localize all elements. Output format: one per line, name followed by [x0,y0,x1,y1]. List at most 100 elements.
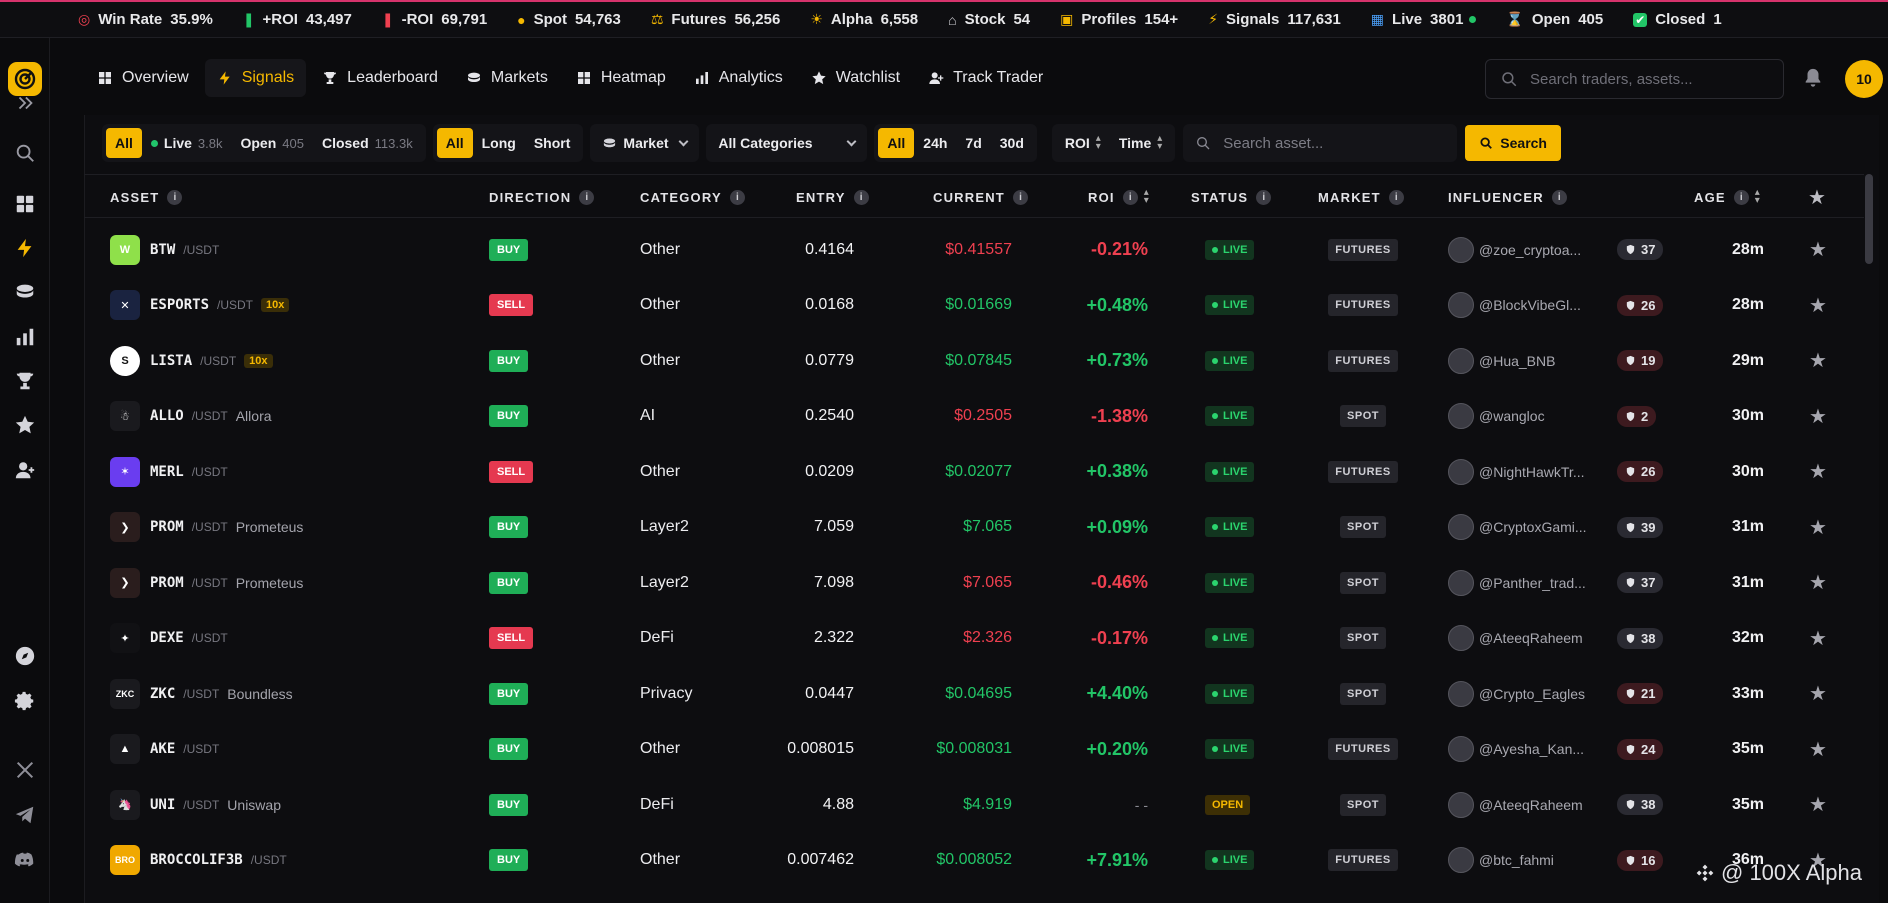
influencer-cell[interactable]: @AteeqRaheem 38 [1448,777,1664,832]
watchlist-star-icon[interactable]: ★ [1809,222,1827,277]
trust-score-badge: 21 [1617,683,1664,704]
time-filter-30d[interactable]: 30d [991,128,1033,158]
watchlist-star-icon[interactable]: ★ [1809,777,1827,832]
table-row[interactable]: ✶ MERL/USDT SELL Other 0.0209 $0.02077 +0.38% L… [84,444,1864,499]
direction-filter-short[interactable]: Short [525,128,580,158]
nav-analytics[interactable]: Analytics [682,59,795,97]
watchlist-star-icon[interactable]: ★ [1809,555,1827,610]
telegram-icon[interactable] [0,798,50,832]
header-direction[interactable]: DIRECTION i [489,175,595,219]
table-row[interactable]: ZKC ZKC/USDT Boundless BUY Privacy 0.0447 $0.0… [84,666,1864,721]
table-row[interactable]: ✕ ESPORTS/USDT 10x SELL Other 0.0168 $0.01669 +… [84,278,1864,333]
header-star-icon[interactable]: ★ [1808,175,1827,219]
influencer-cell[interactable]: @Hua_BNB 19 [1448,333,1664,388]
category-dropdown[interactable]: All Categories [706,124,868,162]
live-dot-icon [1212,857,1218,863]
direction-filter-long[interactable]: Long [473,128,525,158]
influencer-cell[interactable]: @btc_fahmi 16 [1448,833,1664,888]
direction-cell: BUY [489,555,529,610]
header-current[interactable]: CURRENT i [933,175,1028,219]
table-row[interactable]: BRO BROCCOLIF3B/USDT BUY Other 0.007462 $0.00… [84,833,1864,888]
x-twitter-icon[interactable] [0,753,50,787]
watchlist-star-icon[interactable]: ★ [1809,611,1827,666]
sort-roi-button[interactable]: ROI ▴ ▾ [1056,128,1110,158]
status-label: LIVE [1223,410,1248,422]
watchlist-star-icon[interactable]: ★ [1809,722,1827,777]
table-row[interactable]: ✦ DEXE/USDT SELL DeFi 2.322 $2.326 -0.17% LIVE S… [84,611,1864,666]
notification-count-badge[interactable]: 10 [1845,60,1883,98]
bell-icon[interactable] [1802,67,1824,91]
analytics-bar-chart-icon[interactable] [0,320,50,354]
header-roi[interactable]: ROI i ▴ ▾ [1088,175,1150,219]
nav-overview[interactable]: Overview [85,59,201,97]
nav-heatmap[interactable]: Heatmap [564,59,678,97]
table-row[interactable]: ❯ PROM/USDT Prometeus BUY Layer2 7.098 $7.065 -… [84,555,1864,610]
header-influencer[interactable]: INFLUENCER i [1448,175,1567,219]
table-row[interactable]: ▲ AKE/USDT BUY Other 0.008015 $0.008031 +0.20%… [84,722,1864,777]
watchlist-star-icon[interactable]: ★ [1809,444,1827,499]
watchlist-star-icon[interactable]: ★ [1809,333,1827,388]
explore-compass-icon[interactable] [0,639,50,673]
header-status[interactable]: STATUS i [1191,175,1272,219]
watermark-text: @ 100X Alpha [1721,860,1862,885]
signals-lightning-icon[interactable] [0,231,50,265]
search-button[interactable]: Search [1465,125,1561,161]
header-category[interactable]: CATEGORY i [640,175,745,219]
discord-icon[interactable] [0,843,50,877]
influencer-cell[interactable]: @BlockVibeGl... 26 [1448,278,1664,333]
sort-time-button[interactable]: Time ▴ ▾ [1110,128,1171,158]
global-search-input[interactable]: Search traders, assets... [1485,59,1784,99]
settings-gear-icon[interactable] [0,684,50,718]
table-row[interactable]: 🦄 UNI/USDT Uniswap BUY DeFi 4.88 $4.919 - - OPEN… [84,777,1864,832]
scrollbar[interactable] [1865,174,1873,264]
entry-price: 7.098 [813,573,854,591]
markets-coins-icon[interactable] [0,275,50,309]
market-dropdown[interactable]: Market [590,124,700,162]
table-row[interactable]: S LISTA/USDT 10x BUY Other 0.0779 $0.07845 +0.7… [84,333,1864,388]
search-icon[interactable] [0,136,50,170]
time-filter-all[interactable]: All [878,128,915,158]
time-filter-7d[interactable]: 7d [956,128,990,158]
nav-markets[interactable]: Markets [454,59,560,97]
influencer-cell[interactable]: @Crypto_Eagles 21 [1448,666,1664,721]
leaderboard-trophy-icon[interactable] [0,364,50,398]
influencer-cell[interactable]: @Ayesha_Kan... 24 [1448,722,1664,777]
nav-signals[interactable]: Signals [204,59,307,97]
watchlist-star-icon[interactable]: ★ [1809,278,1827,333]
status-filter-all[interactable]: All [106,128,142,158]
header-age[interactable]: AGE i ▴ ▾ [1694,175,1761,219]
expand-sidebar-icon[interactable] [0,86,50,120]
track-trader-user-plus-icon[interactable] [0,453,50,487]
status-badge: LIVE [1205,295,1255,315]
header-asset-label: ASSET [110,189,160,205]
header-asset[interactable]: ASSET i [110,175,183,219]
header-entry[interactable]: ENTRY i [796,175,869,219]
influencer-cell[interactable]: @CryptoxGami... 39 [1448,500,1664,555]
watchlist-star-icon[interactable]: ★ [1809,389,1827,444]
influencer-cell[interactable]: @wangloc 2 [1448,389,1657,444]
time-filter-24h[interactable]: 24h [914,128,956,158]
coin-icon: ● [517,11,526,28]
table-row[interactable]: ☃ ALLO/USDT Allora BUY AI 0.2540 $0.2505 -1.38%… [84,389,1864,444]
influencer-cell[interactable]: @NightHawkTr... 26 [1448,444,1664,499]
table-row[interactable]: ❯ PROM/USDT Prometeus BUY Layer2 7.059 $7.065 +… [84,500,1864,555]
header-market[interactable]: MARKET i [1318,175,1404,219]
status-filter-closed[interactable]: Closed 113.3k [313,128,422,158]
asset-search-input[interactable]: Search asset... [1183,124,1458,162]
influencer-cell[interactable]: @AteeqRaheem 38 [1448,611,1664,666]
nav-track-trader[interactable]: Track Trader [916,59,1055,97]
ticker-value: 43,497 [305,11,352,28]
table-row[interactable]: W BTW/USDT BUY Other 0.4164 $0.41557 -0.21% LIV… [84,222,1864,277]
influencer-cell[interactable]: @Panther_trad... 37 [1448,555,1664,610]
status-filter-open[interactable]: Open 405 [231,128,312,158]
nav-watchlist[interactable]: Watchlist [799,59,912,97]
overview-grid-icon[interactable] [0,187,50,221]
influencer-cell[interactable]: @zoe_cryptoa... 37 [1448,222,1664,277]
status-filter-live[interactable]: Live 3.8k [142,128,232,158]
nav-leaderboard[interactable]: Leaderboard [310,59,450,97]
direction-filter-all[interactable]: All [436,128,473,158]
watchlist-star-icon[interactable]: ★ [1809,500,1827,555]
watchlist-star-icon[interactable] [0,408,50,442]
watchlist-star-icon[interactable]: ★ [1809,666,1827,721]
roi-cell: -1.38% [1084,389,1148,444]
